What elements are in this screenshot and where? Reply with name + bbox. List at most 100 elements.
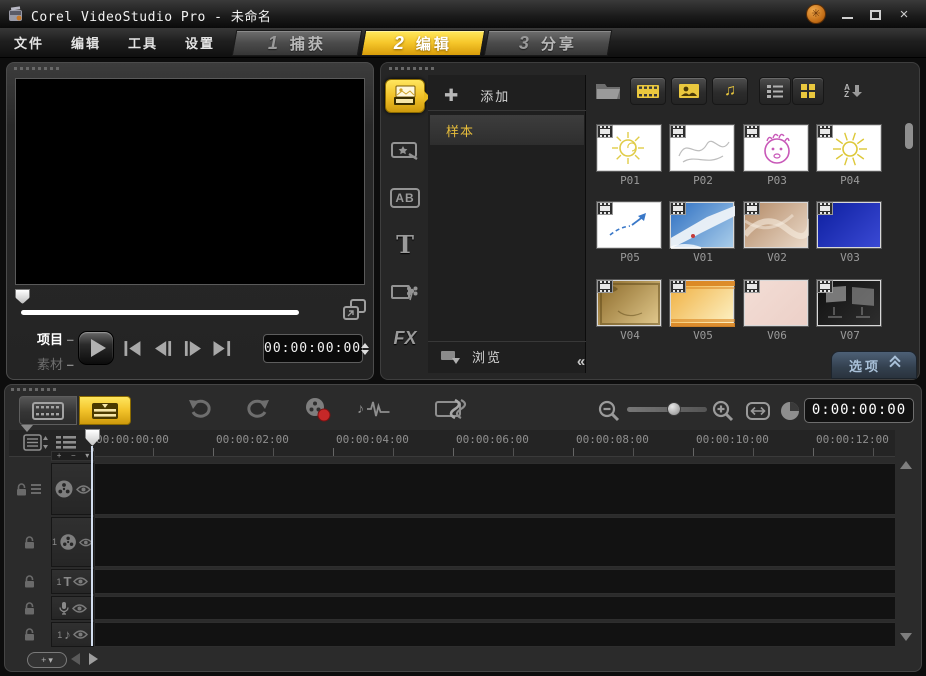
record-capture-button[interactable]	[304, 396, 332, 422]
filter-photo-button[interactable]	[671, 77, 707, 105]
track-content-overlay[interactable]	[95, 517, 895, 567]
spin-down-icon[interactable]	[361, 350, 369, 355]
project-mode-label[interactable]: 项目 –	[37, 329, 83, 348]
storyboard-view-button[interactable]	[19, 396, 77, 425]
add-folder-button[interactable]: ✚ 添加	[428, 81, 586, 111]
redo-button[interactable]	[245, 398, 271, 420]
track-header-video[interactable]	[51, 463, 94, 515]
timeline-scroll-up-button[interactable]	[900, 461, 912, 469]
nav-graphic-button[interactable]	[385, 275, 425, 309]
track-header-overlay[interactable]: 1	[51, 517, 94, 567]
go-end-button[interactable]	[212, 340, 232, 357]
thumbnail[interactable]	[744, 280, 808, 326]
tab-share[interactable]: 3分享	[484, 30, 613, 56]
track-content-music[interactable]	[95, 622, 895, 647]
chapter-add-button[interactable]: +	[57, 452, 62, 460]
library-item-sample[interactable]: 样本	[430, 115, 584, 145]
chapter-point-bar[interactable]: + − ▾	[51, 451, 95, 461]
thumbnail[interactable]	[670, 280, 734, 326]
track-content-title[interactable]	[95, 569, 895, 594]
gallery-item-p01[interactable]: P01	[597, 125, 663, 187]
gallery-item-v03[interactable]: V03	[817, 202, 883, 264]
zoom-out-button[interactable]	[597, 400, 621, 422]
options-button[interactable]: 选项	[831, 351, 917, 379]
panel-grip[interactable]	[11, 388, 57, 391]
filter-video-button[interactable]	[630, 77, 666, 105]
scrub-marker[interactable]	[15, 289, 30, 304]
tab-capture[interactable]: 1捕获	[232, 30, 363, 56]
close-button[interactable]: ×	[892, 8, 916, 22]
thumbnail[interactable]	[817, 202, 881, 248]
project-duration-button[interactable]	[780, 401, 800, 421]
thumbnail-view-button[interactable]	[792, 77, 824, 105]
gallery-item-v01[interactable]: V01	[670, 202, 736, 264]
gallery-scrollbar[interactable]	[904, 119, 914, 355]
gallery-item-p03[interactable]: P03	[744, 125, 810, 187]
go-start-button[interactable]	[123, 340, 143, 357]
timecode-spinner[interactable]	[361, 343, 372, 355]
auto-music-button[interactable]	[435, 397, 469, 421]
nav-filter-button[interactable]: FX	[385, 321, 425, 355]
maximize-button[interactable]	[864, 8, 888, 22]
zoom-slider-thumb[interactable]	[667, 402, 681, 416]
clip-mode-label[interactable]: 素材 –	[37, 354, 83, 373]
zoom-in-button[interactable]	[711, 400, 735, 422]
timeline-scroll-left-button[interactable]	[71, 653, 80, 665]
timeline-ruler[interactable]: 00:00:00:0000:00:02:0000:00:04:0000:00:0…	[9, 430, 895, 457]
thumbnail[interactable]	[597, 280, 661, 326]
enlarge-preview-button[interactable]	[343, 299, 367, 321]
menu-item-tools[interactable]: 工具	[128, 33, 158, 52]
thumbnail[interactable]	[817, 280, 881, 326]
thumbnail[interactable]	[744, 125, 808, 171]
zoom-slider[interactable]	[627, 407, 707, 412]
list-view-button[interactable]	[759, 77, 791, 105]
gallery-item-v04[interactable]: V04	[597, 280, 663, 342]
next-frame-button[interactable]	[183, 340, 203, 357]
thumbnail[interactable]	[744, 202, 808, 248]
gallery-item-v02[interactable]: V02	[744, 202, 810, 264]
thumbnail[interactable]	[670, 202, 734, 248]
gallery-item-v07[interactable]: V07	[817, 280, 883, 342]
track-swap-button[interactable]: +▾	[27, 652, 67, 668]
folder-button[interactable]	[593, 77, 623, 105]
sort-button[interactable]: AZ	[836, 77, 870, 105]
nav-media-button[interactable]	[385, 79, 425, 113]
nav-title-button[interactable]: T	[385, 227, 425, 261]
fit-timeline-button[interactable]	[746, 402, 770, 420]
thumbnail[interactable]	[597, 202, 661, 248]
tab-edit[interactable]: 2编辑	[361, 30, 486, 56]
thumbnail[interactable]	[817, 125, 881, 171]
track-header-title[interactable]: 1T	[51, 569, 94, 594]
chapter-remove-button[interactable]: −	[71, 452, 76, 460]
trim-bar[interactable]	[21, 310, 299, 315]
gallery-item-v06[interactable]: V06	[744, 280, 810, 342]
nav-instant-project-button[interactable]	[385, 133, 425, 167]
corel-badge-icon[interactable]: ✳	[806, 4, 826, 24]
preview-timecode[interactable]: 00:00:00:00	[263, 334, 363, 363]
track-header-voice[interactable]	[51, 596, 94, 620]
browse-button[interactable]: 浏览	[428, 341, 586, 371]
track-header-music[interactable]: 1♪	[51, 622, 94, 647]
sound-mixer-button[interactable]: ♪	[357, 397, 391, 421]
filter-audio-button[interactable]: ♫	[712, 77, 748, 105]
track-content-voice[interactable]	[95, 596, 895, 620]
show-all-tracks-button[interactable]	[55, 435, 77, 450]
gallery-item-v05[interactable]: V05	[670, 280, 736, 342]
chapter-menu-button[interactable]: ▾	[85, 452, 89, 460]
timeline-view-button[interactable]	[79, 396, 131, 425]
gallery-item-p05[interactable]: P05	[597, 202, 663, 264]
collapse-track-icon[interactable]	[21, 425, 33, 432]
track-manager-button[interactable]	[23, 434, 49, 451]
gallery-item-p04[interactable]: P04	[817, 125, 883, 187]
menu-item-settings[interactable]: 设置	[185, 33, 215, 52]
play-button[interactable]	[78, 331, 114, 365]
nav-transition-button[interactable]: AB	[385, 181, 425, 215]
panel-grip[interactable]	[389, 67, 435, 70]
spin-up-icon[interactable]	[361, 343, 369, 348]
previous-frame-button[interactable]	[153, 340, 173, 357]
thumbnail[interactable]	[670, 125, 734, 171]
menu-item-file[interactable]: 文件	[14, 33, 44, 52]
timeline-scroll-down-button[interactable]	[900, 633, 912, 641]
scrollbar-thumb[interactable]	[905, 123, 913, 149]
track-content-video[interactable]	[95, 463, 895, 515]
